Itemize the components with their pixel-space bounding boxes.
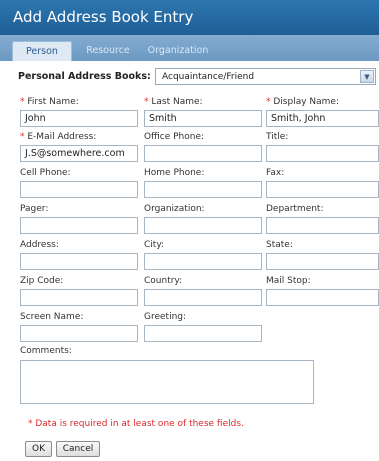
pager-label: Pager: bbox=[20, 204, 49, 214]
required-marker: * bbox=[20, 132, 25, 142]
ok-button[interactable]: OK bbox=[25, 441, 52, 457]
first-name-label: First Name: bbox=[27, 97, 79, 107]
tab-person[interactable]: Person bbox=[12, 41, 72, 61]
last-name-input[interactable]: Smith bbox=[144, 110, 262, 127]
display-name-label: Display Name: bbox=[273, 97, 339, 107]
screen-name-input[interactable] bbox=[20, 325, 138, 342]
chevron-down-icon[interactable]: ▼ bbox=[360, 70, 374, 83]
required-note: * Data is required in at least one of th… bbox=[28, 419, 244, 429]
country-label: Country: bbox=[144, 276, 183, 286]
fax-label: Fax: bbox=[266, 168, 285, 178]
email-label: E-Mail Address: bbox=[27, 132, 97, 142]
office-phone-input[interactable] bbox=[144, 145, 262, 162]
greeting-field: Greeting: bbox=[144, 312, 262, 342]
email-input[interactable]: J.S@somewhere.com bbox=[20, 145, 138, 162]
greeting-input[interactable] bbox=[144, 325, 262, 342]
organization-field: Organization: bbox=[144, 204, 262, 234]
state-input[interactable] bbox=[266, 253, 379, 270]
address-input[interactable] bbox=[20, 253, 138, 270]
display-name-input[interactable]: Smith, John bbox=[266, 110, 379, 127]
title-label: Title: bbox=[266, 132, 289, 142]
address-book-selected: Acquaintance/Friend bbox=[162, 72, 255, 82]
country-field: Country: bbox=[144, 276, 262, 306]
address-book-select[interactable]: Acquaintance/Friend ▼ bbox=[155, 68, 376, 85]
required-marker: * bbox=[144, 97, 149, 107]
department-input[interactable] bbox=[266, 217, 379, 234]
title-input[interactable] bbox=[266, 145, 379, 162]
screen-name-label: Screen Name: bbox=[20, 312, 84, 322]
office-phone-label: Office Phone: bbox=[144, 132, 205, 142]
pager-input[interactable] bbox=[20, 217, 138, 234]
email-field: * E-Mail Address: J.S@somewhere.com bbox=[20, 132, 138, 162]
title-field: Title: bbox=[266, 132, 379, 162]
city-field: City: bbox=[144, 240, 262, 270]
required-marker: * bbox=[20, 97, 25, 107]
first-name-field: * First Name: John bbox=[20, 97, 138, 127]
city-label: City: bbox=[144, 240, 165, 250]
pager-field: Pager: bbox=[20, 204, 138, 234]
home-phone-label: Home Phone: bbox=[144, 168, 205, 178]
organization-input[interactable] bbox=[144, 217, 262, 234]
required-marker: * bbox=[266, 97, 271, 107]
last-name-field: * Last Name: Smith bbox=[144, 97, 262, 127]
comments-textarea[interactable] bbox=[20, 360, 314, 404]
organization-label: Organization: bbox=[144, 204, 205, 214]
mail-stop-input[interactable] bbox=[266, 289, 379, 306]
department-label: Department: bbox=[266, 204, 324, 214]
screen-name-field: Screen Name: bbox=[20, 312, 138, 342]
city-input[interactable] bbox=[144, 253, 262, 270]
state-label: State: bbox=[266, 240, 293, 250]
cancel-button[interactable]: Cancel bbox=[56, 441, 100, 457]
state-field: State: bbox=[266, 240, 379, 270]
last-name-label: Last Name: bbox=[151, 97, 203, 107]
mail-stop-field: Mail Stop: bbox=[266, 276, 379, 306]
cell-phone-label: Cell Phone: bbox=[20, 168, 71, 178]
zip-code-label: Zip Code: bbox=[20, 276, 64, 286]
address-book-label: Personal Address Books: bbox=[18, 71, 151, 82]
address-field: Address: bbox=[20, 240, 138, 270]
department-field: Department: bbox=[266, 204, 379, 234]
display-name-field: * Display Name: Smith, John bbox=[266, 97, 379, 127]
tab-strip: Person Resource Organization bbox=[0, 35, 379, 61]
greeting-label: Greeting: bbox=[144, 312, 187, 322]
comments-field: Comments: bbox=[20, 346, 320, 358]
dialog-title: Add Address Book Entry bbox=[0, 0, 379, 35]
home-phone-field: Home Phone: bbox=[144, 168, 262, 198]
fax-field: Fax: bbox=[266, 168, 379, 198]
mail-stop-label: Mail Stop: bbox=[266, 276, 311, 286]
office-phone-field: Office Phone: bbox=[144, 132, 262, 162]
first-name-input[interactable]: John bbox=[20, 110, 138, 127]
tab-organization[interactable]: Organization bbox=[142, 41, 214, 61]
tab-resource[interactable]: Resource bbox=[78, 41, 138, 61]
home-phone-input[interactable] bbox=[144, 181, 262, 198]
address-label: Address: bbox=[20, 240, 59, 250]
zip-code-field: Zip Code: bbox=[20, 276, 138, 306]
country-input[interactable] bbox=[144, 289, 262, 306]
cell-phone-field: Cell Phone: bbox=[20, 168, 138, 198]
fax-input[interactable] bbox=[266, 181, 379, 198]
zip-code-input[interactable] bbox=[20, 289, 138, 306]
comments-label: Comments: bbox=[20, 346, 72, 356]
cell-phone-input[interactable] bbox=[20, 181, 138, 198]
